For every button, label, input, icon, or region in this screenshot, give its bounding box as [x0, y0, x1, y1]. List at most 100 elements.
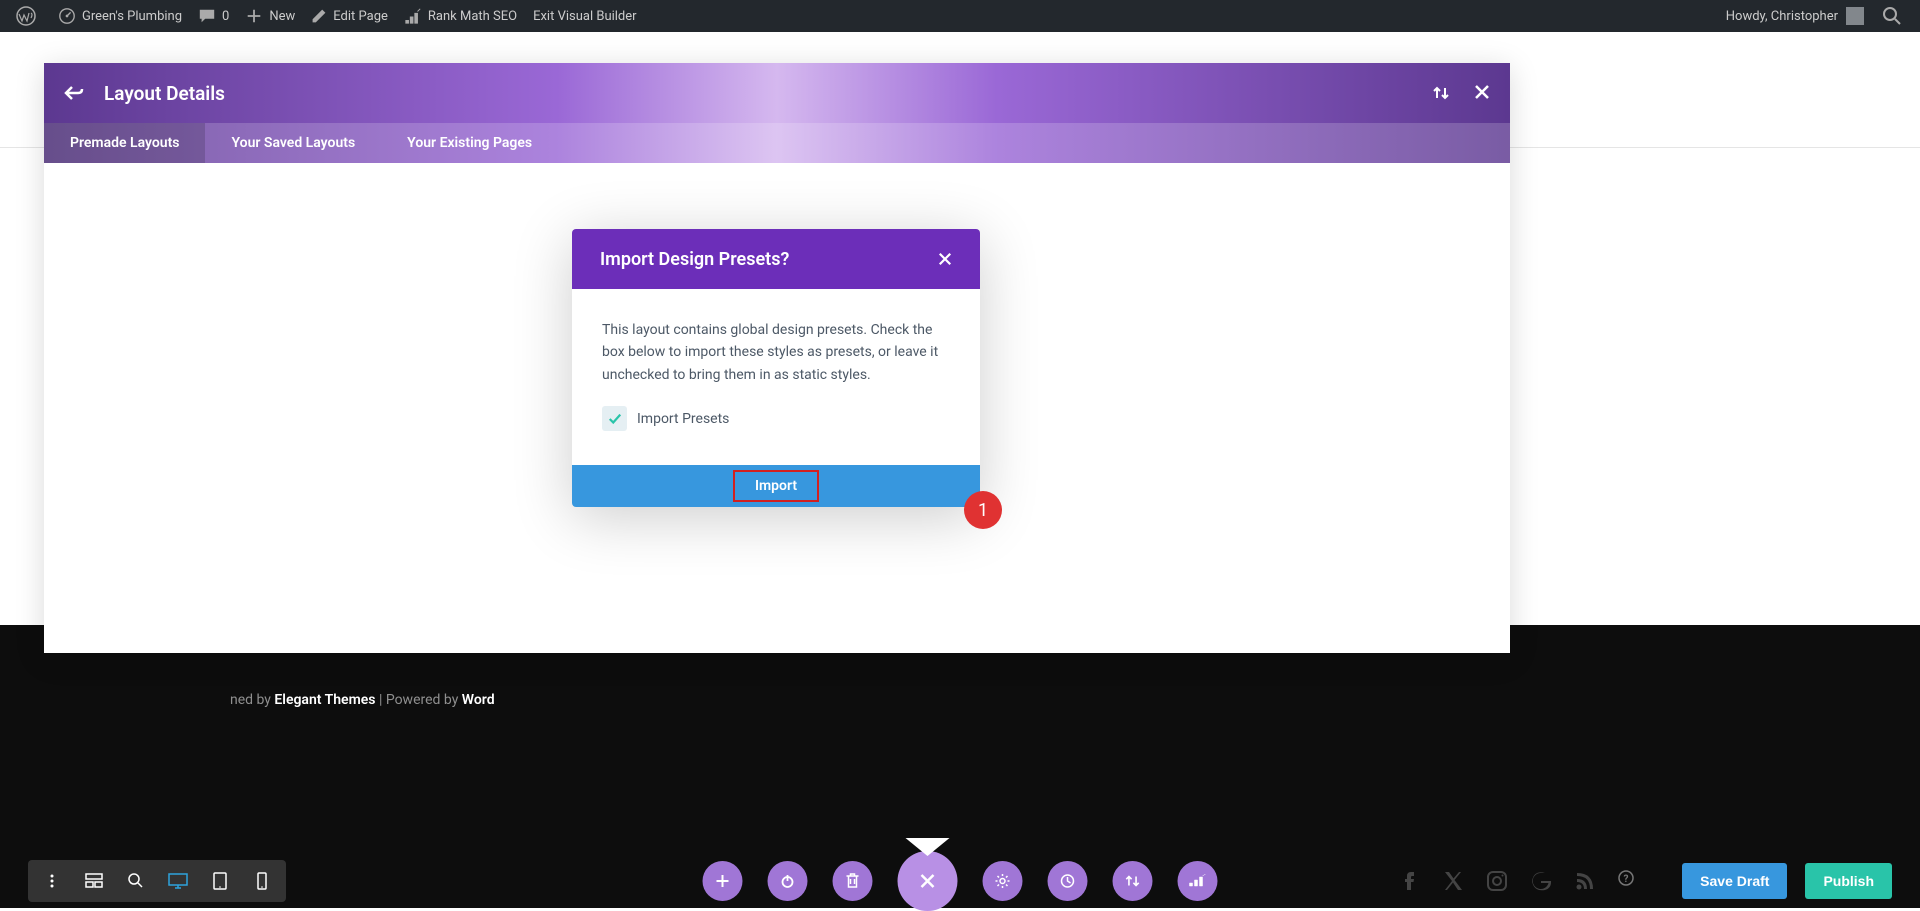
save-draft-button[interactable]: Save Draft	[1682, 863, 1787, 899]
rank-math-text: Rank Math SEO	[428, 9, 517, 24]
admin-comments[interactable]: 0	[190, 0, 237, 32]
magnify-icon	[128, 873, 144, 889]
zoom-button[interactable]	[116, 860, 156, 902]
admin-wordpress-logo[interactable]	[8, 0, 50, 32]
import-modal-title: Import Design Presets?	[600, 249, 789, 270]
power-icon	[780, 873, 796, 889]
bottom-right-buttons: ? Save Draft Publish	[1398, 863, 1892, 899]
import-modal-description: This layout contains global design prese…	[602, 319, 950, 386]
x-twitter-icon[interactable]	[1442, 870, 1464, 892]
admin-rank-math[interactable]: Rank Math SEO	[396, 0, 525, 32]
power-button[interactable]	[768, 861, 808, 901]
avatar-icon	[1846, 7, 1864, 25]
up-down-arrows-icon	[1125, 873, 1141, 889]
comments-count: 0	[222, 9, 229, 24]
phone-view-button[interactable]	[242, 860, 282, 902]
footer-prefix: ned by	[230, 692, 274, 708]
desktop-view-button[interactable]	[158, 860, 198, 902]
howdy-text: Howdy, Christopher	[1726, 9, 1838, 24]
bottom-toolbar: ? Save Draft Publish	[0, 853, 1920, 908]
up-down-arrows-icon	[1432, 84, 1450, 102]
rss-icon[interactable]	[1574, 870, 1596, 892]
layout-back-button[interactable]	[64, 85, 84, 101]
import-presets-checkbox[interactable]	[602, 406, 627, 431]
import-presets-label: Import Presets	[637, 411, 729, 427]
admin-user-greeting[interactable]: Howdy, Christopher	[1718, 0, 1872, 32]
admin-bar-left: Green's Plumbing 0 New Edit Page Rank Ma…	[8, 0, 645, 32]
import-modal-header: Import Design Presets?	[572, 229, 980, 289]
page-settings-button[interactable]	[983, 861, 1023, 901]
layout-header-actions	[1432, 84, 1490, 102]
history-button[interactable]	[1048, 861, 1088, 901]
wordpress-icon	[16, 6, 36, 26]
import-presets-modal: Import Design Presets? This layout conta…	[572, 229, 980, 507]
wireframe-icon	[85, 873, 103, 889]
exit-vb-text: Exit Visual Builder	[533, 9, 636, 24]
checkmark-icon	[608, 412, 622, 426]
footer-middle: | Powered by	[375, 692, 461, 708]
layout-panel-title: Layout Details	[104, 82, 1432, 105]
footer-text: ned by Elegant Themes | Powered by Word	[230, 692, 495, 708]
back-arrow-icon	[64, 85, 84, 101]
admin-new[interactable]: New	[237, 0, 303, 32]
dashboard-icon	[58, 7, 76, 25]
import-modal-close-button[interactable]	[938, 252, 952, 266]
footer-platform[interactable]: Word	[462, 692, 495, 708]
admin-edit-page[interactable]: Edit Page	[303, 0, 396, 32]
search-icon	[1882, 6, 1902, 26]
center-action-buttons	[703, 851, 1218, 911]
plus-icon	[245, 7, 263, 25]
new-text: New	[269, 9, 295, 24]
help-icon[interactable]: ?	[1618, 870, 1634, 892]
tab-your-existing-pages[interactable]: Your Existing Pages	[381, 123, 558, 163]
close-icon	[919, 872, 937, 890]
tab-premade-layouts[interactable]: Premade Layouts	[44, 123, 205, 163]
tablet-view-button[interactable]	[200, 860, 240, 902]
portability-button[interactable]	[1113, 861, 1153, 901]
instagram-icon[interactable]	[1486, 870, 1508, 892]
close-icon	[938, 252, 952, 266]
admin-exit-vb[interactable]: Exit Visual Builder	[525, 0, 644, 32]
chart-bar-icon	[1189, 874, 1207, 888]
chart-bar-icon	[404, 7, 422, 25]
rank-math-builder-button[interactable]	[1178, 861, 1218, 901]
close-builder-button[interactable]	[898, 851, 958, 911]
clock-icon	[1060, 873, 1076, 889]
pencil-icon	[311, 8, 327, 24]
publish-button[interactable]: Publish	[1805, 863, 1892, 899]
plus-icon	[716, 874, 730, 888]
phone-icon	[257, 872, 267, 890]
trash-icon	[846, 873, 860, 889]
dots-vertical-icon	[45, 874, 59, 888]
wp-admin-bar: Green's Plumbing 0 New Edit Page Rank Ma…	[0, 0, 1920, 32]
desktop-icon	[168, 873, 188, 889]
import-button[interactable]: Import	[733, 470, 819, 502]
site-name-text: Green's Plumbing	[82, 9, 182, 24]
edit-page-text: Edit Page	[333, 9, 388, 24]
import-modal-body: This layout contains global design prese…	[572, 289, 980, 465]
clear-layout-button[interactable]	[833, 861, 873, 901]
add-section-button[interactable]	[703, 861, 743, 901]
layout-panel-header: Layout Details	[44, 63, 1510, 123]
admin-bar-right: Howdy, Christopher	[1718, 0, 1912, 32]
layout-import-export-button[interactable]	[1432, 84, 1450, 102]
social-icons: ?	[1398, 870, 1634, 892]
import-checkbox-row: Import Presets	[602, 406, 950, 431]
google-icon[interactable]	[1530, 870, 1552, 892]
footer-theme-author[interactable]: Elegant Themes	[274, 692, 375, 708]
svg-text:?: ?	[1624, 874, 1629, 885]
import-modal-footer: Import 1	[572, 465, 980, 507]
admin-search[interactable]	[1872, 6, 1912, 26]
annotation-badge-1: 1	[964, 491, 1002, 529]
wireframe-view-button[interactable]	[74, 860, 114, 902]
layout-tabs: Premade Layouts Your Saved Layouts Your …	[44, 123, 1510, 163]
more-options-button[interactable]	[32, 860, 72, 902]
facebook-icon[interactable]	[1398, 870, 1420, 892]
tab-your-saved-layouts[interactable]: Your Saved Layouts	[205, 123, 381, 163]
tablet-icon	[213, 872, 227, 890]
gear-icon	[995, 873, 1011, 889]
close-icon	[1474, 84, 1490, 100]
device-switcher	[28, 860, 286, 902]
admin-site-link[interactable]: Green's Plumbing	[50, 0, 190, 32]
layout-close-button[interactable]	[1474, 84, 1490, 102]
